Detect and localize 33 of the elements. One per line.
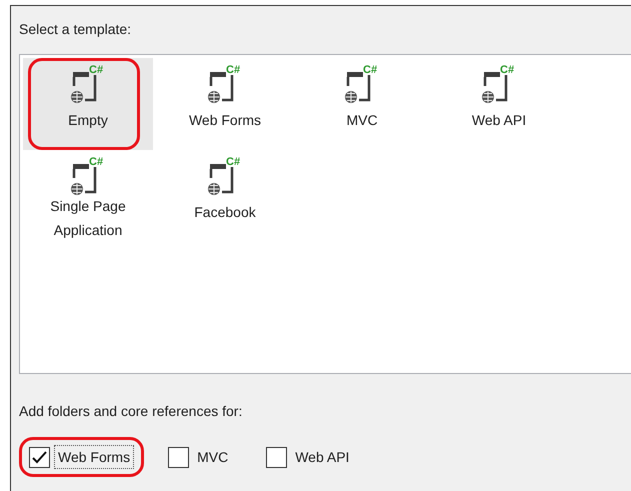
checkbox-label[interactable]: Web Forms [54, 445, 134, 469]
section-label: Add folders and core references for: [19, 402, 244, 421]
language-label: C# [500, 64, 514, 76]
template-item[interactable]: C# MVC [297, 58, 427, 150]
template-item[interactable]: C# Empty [23, 58, 153, 150]
language-label: C# [226, 64, 240, 76]
template-label: Web API [470, 111, 528, 130]
template-item[interactable]: C# Web Forms [160, 58, 290, 150]
web-project-icon [70, 72, 98, 104]
checkbox-label[interactable]: Web API [291, 445, 354, 469]
checkbox[interactable] [266, 446, 288, 468]
language-label: C# [89, 156, 104, 168]
language-label: C# [226, 156, 240, 168]
web-project-icon [70, 164, 98, 196]
checkbox[interactable] [29, 446, 50, 468]
template-item[interactable]: C# Facebook [160, 150, 290, 242]
web-project-icon [344, 72, 372, 104]
template-label: Empty [67, 111, 109, 130]
web-project-icon [207, 164, 235, 196]
checkmark-icon [32, 450, 47, 464]
template-label: Single Page Application [49, 197, 127, 240]
checkbox-label[interactable]: MVC [193, 445, 232, 469]
template-item[interactable]: C# Single Page Application [23, 150, 153, 242]
web-project-icon [207, 72, 235, 104]
web-project-icon [481, 72, 509, 104]
language-label: C# [363, 64, 378, 76]
template-item[interactable]: C# Web API [434, 58, 564, 150]
section-label: Select a template: [19, 20, 132, 39]
template-label: MVC [345, 111, 379, 130]
template-label: Facebook [193, 203, 257, 222]
checkbox[interactable] [168, 446, 190, 468]
template-label: Web Forms [188, 111, 262, 130]
language-label: C# [89, 64, 104, 76]
